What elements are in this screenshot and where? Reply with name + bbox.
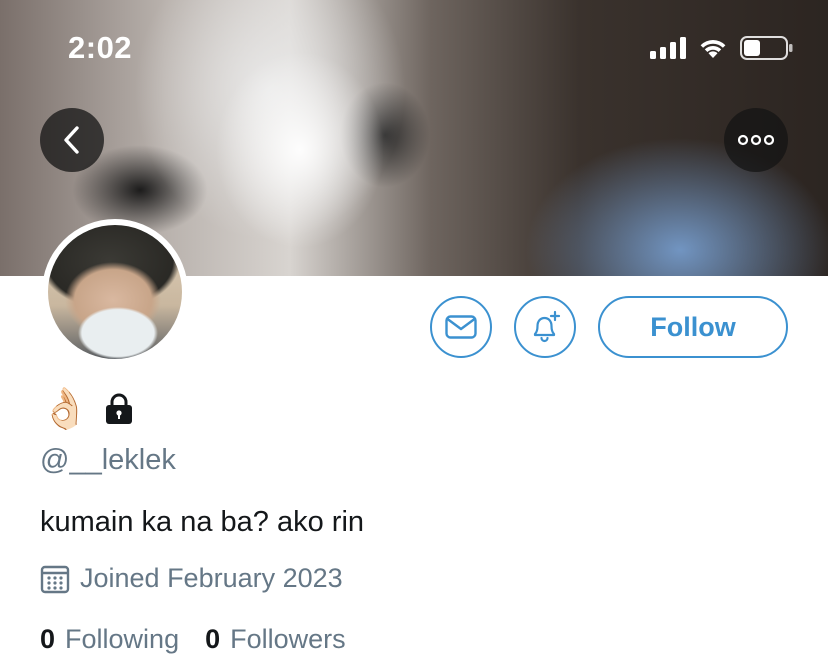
wifi-icon <box>700 40 726 58</box>
display-name: 👌🏻 <box>40 387 90 431</box>
profile-handle: @__leklek <box>40 444 176 476</box>
avatar-image <box>48 225 182 359</box>
notify-button[interactable] <box>514 296 576 358</box>
following-count: 0 <box>40 624 56 654</box>
more-options-button[interactable] <box>724 108 788 172</box>
profile-avatar[interactable] <box>42 219 188 365</box>
message-button[interactable] <box>430 296 492 358</box>
joined-date-row: Joined February 2023 <box>40 563 343 594</box>
followers-label: Followers <box>230 624 346 654</box>
follow-stats: 0 Following 0 Followers <box>40 624 372 655</box>
back-button[interactable] <box>40 108 104 172</box>
status-time: 2:02 <box>68 30 133 65</box>
battery-icon <box>740 36 793 60</box>
profile-bio: kumain ka na ba? ako rin <box>40 506 365 538</box>
signal-icon <box>650 37 686 59</box>
followers-stat[interactable]: 0 Followers <box>205 624 372 655</box>
chevron-left-icon <box>64 126 79 154</box>
bell-plus-icon <box>533 310 561 343</box>
following-label: Following <box>65 624 180 654</box>
followers-count: 0 <box>205 624 221 654</box>
lock-icon <box>105 393 132 424</box>
follow-button[interactable]: Follow <box>598 296 788 358</box>
ellipsis-icon <box>738 134 774 146</box>
following-stat[interactable]: 0 Following <box>40 624 205 655</box>
envelope-icon <box>445 315 477 339</box>
display-name-row: 👌🏻 <box>40 384 136 434</box>
status-icons <box>650 36 794 60</box>
calendar-icon <box>40 565 70 593</box>
joined-date: Joined February 2023 <box>80 563 343 593</box>
